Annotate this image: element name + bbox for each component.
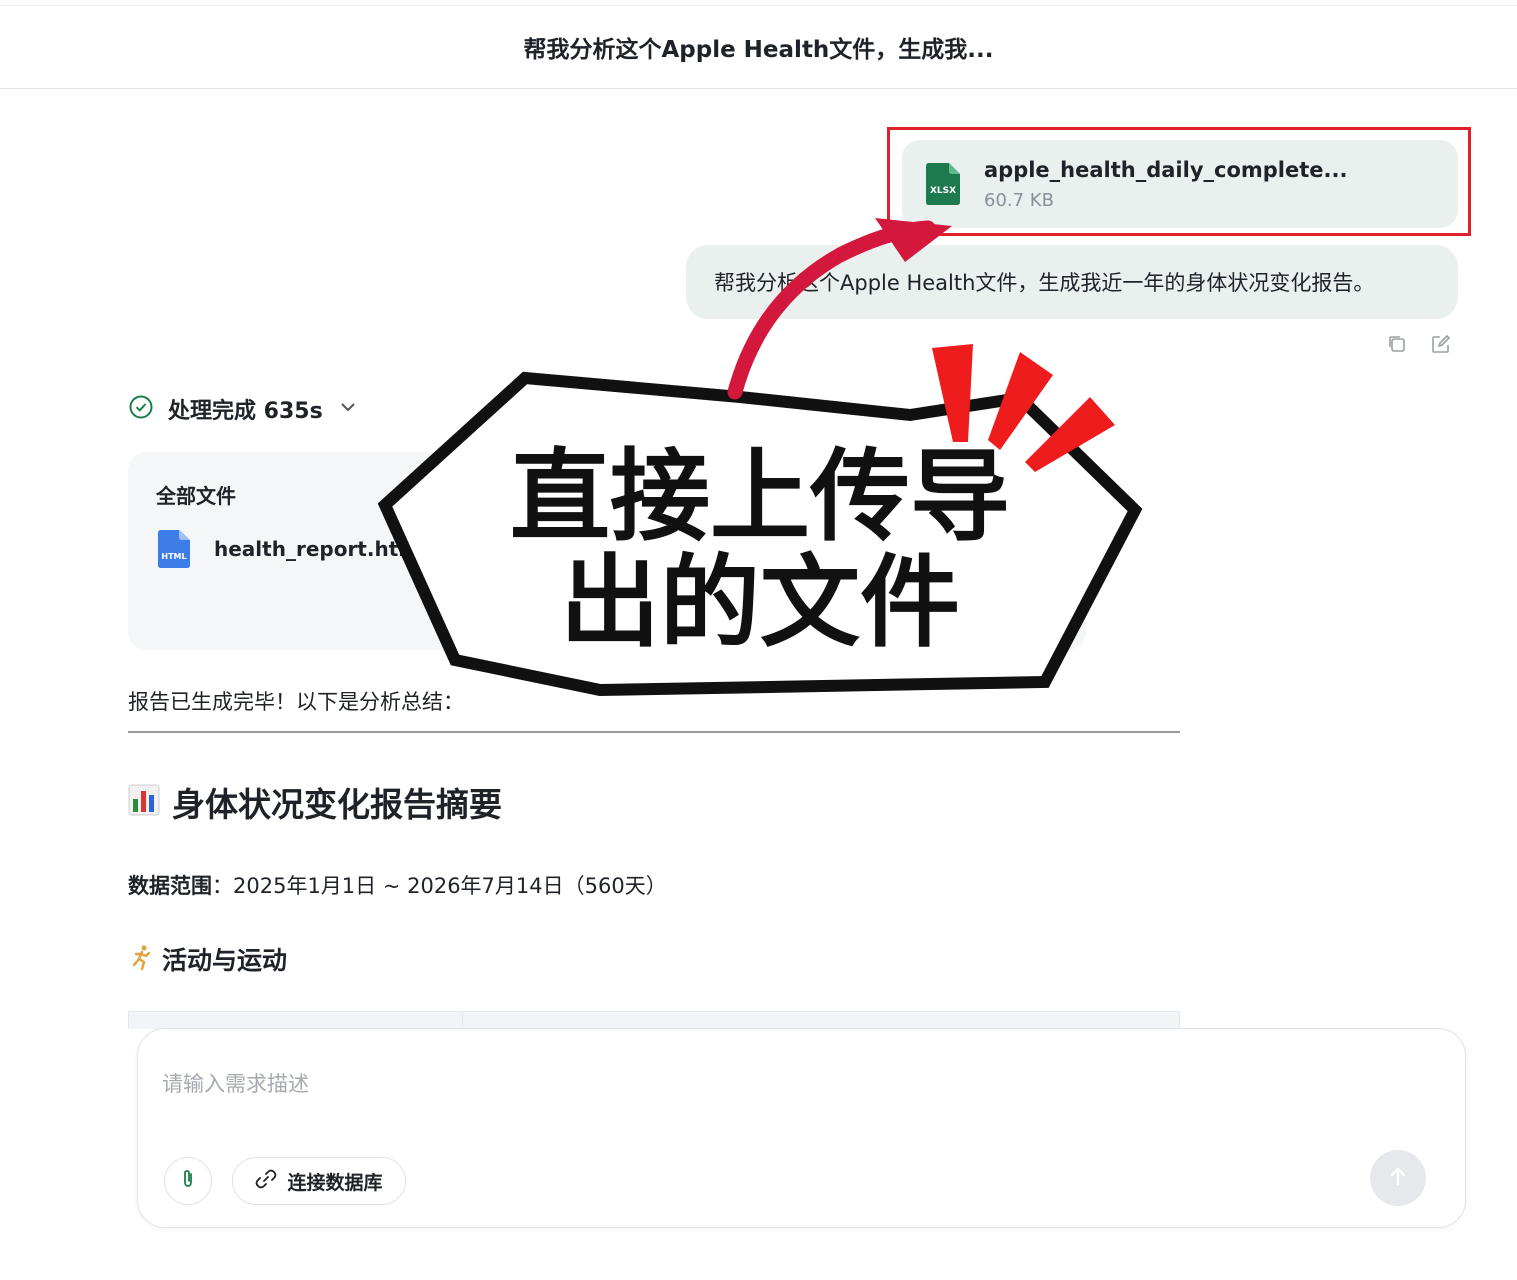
bar-chart-icon xyxy=(128,784,160,820)
user-message-text: 帮我分析这个Apple Health文件，生成我近一年的身体状况变化报告。 xyxy=(714,271,1375,295)
all-files-panel: 全部文件 HTML health_report.html xyxy=(128,452,1086,650)
status-text: 处理完成 635s xyxy=(168,399,323,424)
horizontal-rule xyxy=(128,731,1180,733)
annotation-highlight-box xyxy=(887,127,1471,236)
processing-status[interactable]: 处理完成 635s xyxy=(128,393,357,425)
data-table-top xyxy=(128,1011,1180,1029)
files-panel-title: 全部文件 xyxy=(156,484,236,508)
arrow-up-icon xyxy=(1386,1164,1410,1192)
message-composer: 连接数据库 xyxy=(137,1028,1466,1228)
edit-icon[interactable] xyxy=(1430,333,1452,355)
connect-database-button[interactable]: 连接数据库 xyxy=(232,1157,406,1205)
file-type-label: HTML xyxy=(161,552,187,561)
chevron-down-icon[interactable] xyxy=(339,398,357,420)
user-message-bubble: 帮我分析这个Apple Health文件，生成我近一年的身体状况变化报告。 xyxy=(686,245,1458,319)
data-range: 数据范围：2025年1月1日 ~ 2026年7月14日（560天） xyxy=(128,870,667,900)
section-heading: 活动与运动 xyxy=(128,941,287,977)
conversation-title: 帮我分析这个Apple Health文件，生成我... xyxy=(523,37,994,63)
section-heading-text: 活动与运动 xyxy=(162,946,288,975)
connect-database-label: 连接数据库 xyxy=(287,1171,383,1194)
report-heading: 身体状况变化报告摘要 xyxy=(128,778,502,826)
prompt-input[interactable] xyxy=(162,1067,1262,1101)
data-range-value: ：2025年1月1日 ~ 2026年7月14日（560天） xyxy=(212,874,667,898)
copy-icon[interactable] xyxy=(1386,333,1408,355)
check-circle-icon xyxy=(128,394,154,424)
report-heading-text: 身体状况变化报告摘要 xyxy=(172,785,502,824)
file-name: health_report.html xyxy=(214,537,426,561)
paperclip-icon xyxy=(177,1168,199,1194)
link-icon xyxy=(255,1168,277,1194)
data-range-label: 数据范围 xyxy=(128,874,212,898)
attach-button[interactable] xyxy=(164,1157,212,1205)
chat-header: 帮我分析这个Apple Health文件，生成我... xyxy=(0,6,1517,89)
send-button[interactable] xyxy=(1370,1150,1426,1206)
response-intro: 报告已生成完毕！以下是分析总结： xyxy=(128,690,464,714)
file-item[interactable]: HTML health_report.html xyxy=(158,530,426,568)
running-person-icon xyxy=(128,943,156,975)
html-file-icon: HTML xyxy=(158,530,190,568)
